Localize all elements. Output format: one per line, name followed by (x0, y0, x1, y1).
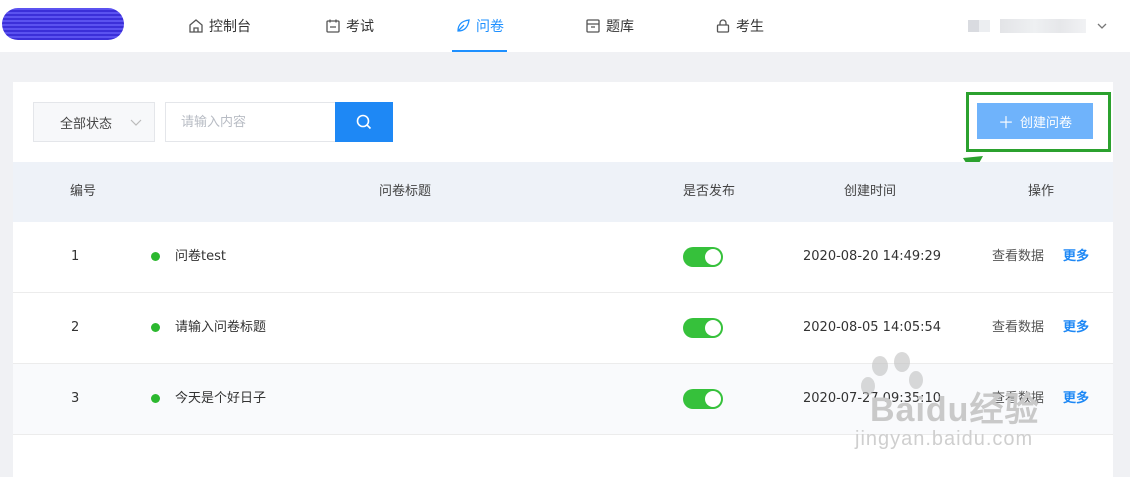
table-row: 1 问卷test 2020-08-20 14:49:29 查看数据 更多 (13, 222, 1113, 293)
row-title[interactable]: 请输入问卷标题 (175, 293, 266, 363)
row-created: 2020-08-20 14:49:29 (803, 249, 942, 264)
lock-icon (716, 19, 730, 33)
nav-label: 考生 (736, 19, 764, 35)
chevron-down-icon (1097, 23, 1107, 29)
more-link[interactable]: 更多 (1063, 222, 1089, 292)
nav-label: 控制台 (209, 19, 251, 35)
status-filter-select[interactable]: 全部状态 (33, 102, 155, 142)
archive-icon (586, 19, 600, 33)
leaf-icon (457, 19, 470, 32)
user-menu[interactable] (968, 14, 1108, 38)
chevron-down-icon (130, 119, 142, 126)
publish-toggle[interactable] (683, 389, 723, 409)
column-header-id: 编号 (70, 184, 97, 199)
create-survey-button[interactable]: ＋ 创建问卷 (977, 103, 1093, 139)
search-icon (356, 114, 372, 130)
status-dot (151, 323, 160, 332)
logo[interactable] (2, 8, 124, 40)
row-id: 3 (71, 391, 80, 406)
row-title[interactable]: 问卷test (175, 222, 226, 292)
create-survey-label: 创建问卷 (1020, 115, 1073, 131)
plus-icon: ＋ (997, 113, 1014, 132)
avatar (968, 20, 990, 32)
more-link[interactable]: 更多 (1063, 364, 1089, 434)
column-header-actions: 操作 (1028, 184, 1055, 199)
nav-label: 题库 (606, 19, 634, 35)
table-header: 编号 问卷标题 是否发布 创建时间 操作 (13, 162, 1113, 222)
publish-toggle[interactable] (683, 318, 723, 338)
row-created: 2020-08-05 14:05:54 (803, 320, 942, 335)
home-icon (189, 19, 203, 33)
column-header-title: 问卷标题 (379, 184, 432, 199)
column-header-created: 创建时间 (844, 184, 897, 199)
search-button[interactable] (335, 102, 393, 142)
top-header: 控制台 考试 问卷 题库 考生 (0, 0, 1130, 52)
nav-item-exams[interactable]: 考试 (325, 0, 374, 52)
nav-label: 问卷 (476, 19, 504, 35)
username-blurred (1000, 19, 1086, 33)
row-title[interactable]: 今天是个好日子 (175, 364, 266, 434)
publish-toggle[interactable] (683, 247, 723, 267)
status-filter-value: 全部状态 (60, 116, 113, 132)
row-id: 2 (71, 320, 80, 335)
nav-label: 考试 (346, 19, 374, 35)
watermark-subtext: jingyan.baidu.com (855, 428, 1034, 450)
status-dot (151, 394, 160, 403)
nav-item-candidates[interactable]: 考生 (715, 0, 764, 52)
row-id: 1 (71, 249, 80, 264)
watermark-text: Baidu经验 (870, 391, 1040, 429)
more-link[interactable]: 更多 (1063, 293, 1089, 363)
nav-item-surveys[interactable]: 问卷 (452, 0, 507, 52)
status-dot (151, 252, 160, 261)
table-row: 2 请输入问卷标题 2020-08-05 14:05:54 查看数据 更多 (13, 293, 1113, 364)
nav-item-question-bank[interactable]: 题库 (585, 0, 634, 52)
search-input[interactable] (165, 102, 335, 142)
calendar-icon (326, 19, 340, 33)
view-data-link[interactable]: 查看数据 (992, 293, 1044, 363)
view-data-link[interactable]: 查看数据 (992, 222, 1044, 292)
column-header-published: 是否发布 (683, 184, 736, 199)
nav-item-dashboard[interactable]: 控制台 (188, 0, 251, 52)
